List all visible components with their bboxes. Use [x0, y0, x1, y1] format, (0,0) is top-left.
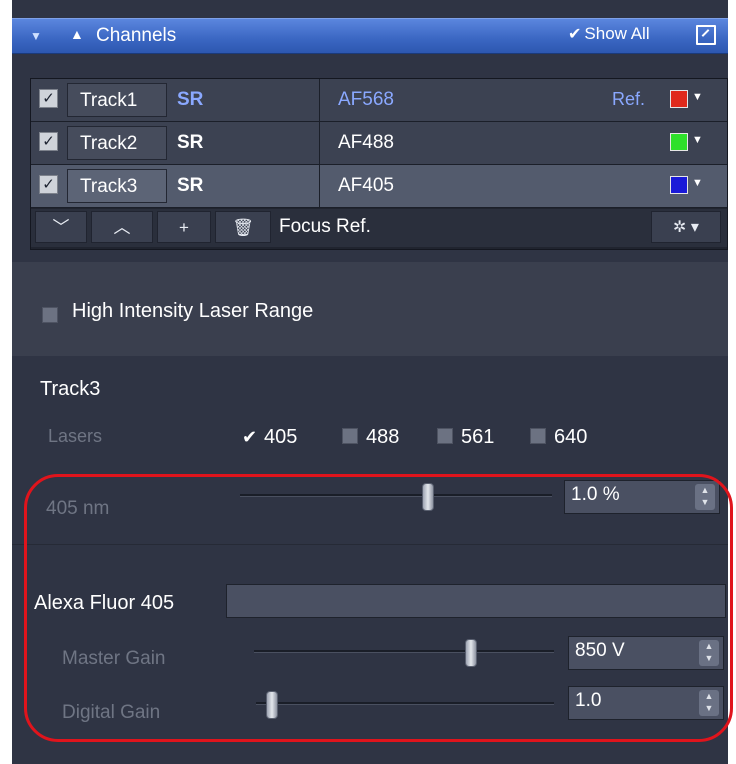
- dye-name: AF488: [338, 132, 394, 153]
- checkbox-icon: [437, 428, 453, 444]
- digital-gain-label: Digital Gain: [62, 702, 161, 723]
- channels-panel: ▼ ▲ Channels ✔ Show All ✓ Track1 SR AF568…: [12, 0, 728, 764]
- dropdown-arrow-icon[interactable]: ▼: [692, 177, 703, 189]
- section-divider: [12, 544, 728, 545]
- high-intensity-label: High Intensity Laser Range: [72, 300, 314, 322]
- master-gain-slider-track[interactable]: [254, 650, 554, 653]
- dye-cell[interactable]: AF488 ▼: [319, 122, 728, 164]
- laser-power-label: 405 nm: [46, 498, 110, 519]
- digital-gain-slider-thumb[interactable]: [265, 691, 278, 719]
- channels-header[interactable]: ▼ ▲ Channels ✔ Show All: [12, 18, 728, 54]
- checkmark-icon: ✔: [568, 26, 582, 43]
- track-name[interactable]: Track2: [67, 126, 167, 160]
- checkbox-icon: [342, 428, 358, 444]
- dropdown-arrow-icon[interactable]: ▼: [692, 134, 703, 146]
- high-intensity-checkbox[interactable]: [42, 307, 58, 323]
- checkbox-icon: [530, 428, 546, 444]
- dropdown-arrow-icon[interactable]: ▼: [692, 91, 703, 103]
- track-row[interactable]: ✓ Track2 SR AF488 ▼: [31, 122, 727, 165]
- laser-power-spinbox[interactable]: 1.0 % ▲ ▼: [564, 480, 720, 514]
- track-toolbar: ﹀ ︿ + 🗑 Focus Ref. ✲ ▾: [31, 209, 727, 247]
- trash-icon[interactable]: 🗑: [215, 211, 271, 243]
- track3-checkbox[interactable]: ✓: [39, 175, 58, 194]
- dye-cell[interactable]: AF568 Ref. ▼: [319, 79, 728, 121]
- lasers-label: Lasers: [48, 426, 103, 446]
- dye-field[interactable]: [226, 584, 726, 618]
- add-track-button[interactable]: +: [157, 211, 211, 243]
- panel-title: Channels: [96, 25, 177, 46]
- gear-icon[interactable]: ✲ ▾: [651, 211, 721, 243]
- checkmark-icon: ✔: [242, 427, 258, 447]
- channel-track-table: ✓ Track1 SR AF568 Ref. ▼ ✓ Track2 SR AF4…: [30, 78, 728, 250]
- track-mode: SR: [177, 132, 204, 153]
- move-up-button[interactable]: ︿: [91, 211, 153, 243]
- move-down-button[interactable]: ﹀: [35, 211, 87, 243]
- show-all-button[interactable]: ✔ Show All: [568, 24, 678, 48]
- track-row[interactable]: ✓ Track1 SR AF568 Ref. ▼: [31, 79, 727, 122]
- laser-power-slider-track[interactable]: [240, 494, 552, 497]
- laser-power-value[interactable]: 1.0 %: [571, 484, 683, 510]
- laser-label: 561: [461, 426, 495, 448]
- laser-label: 405: [264, 426, 298, 448]
- laser-label: 640: [554, 426, 588, 448]
- track2-checkbox[interactable]: ✓: [39, 132, 58, 151]
- spin-arrows-icon[interactable]: ▲ ▼: [699, 690, 719, 716]
- reference-label: Ref.: [612, 89, 646, 109]
- track-mode: SR: [177, 175, 204, 196]
- dye-name: AF568: [338, 89, 394, 110]
- master-gain-value[interactable]: 850 V: [575, 640, 687, 666]
- spin-arrows-icon[interactable]: ▲ ▼: [695, 484, 715, 510]
- master-gain-label: Master Gain: [62, 648, 166, 669]
- dye-cell[interactable]: AF405 ▼: [319, 165, 728, 207]
- color-swatch[interactable]: [670, 133, 688, 151]
- track-settings: Track3 Lasers ✔ 405 488 561 640 405 nm 1.…: [12, 356, 728, 764]
- track-mode: SR: [177, 89, 204, 110]
- master-gain-spinbox[interactable]: 850 V ▲ ▼: [568, 636, 724, 670]
- high-intensity-section: High Intensity Laser Range: [12, 262, 728, 356]
- laser-label: 488: [366, 426, 400, 448]
- master-gain-slider-thumb[interactable]: [465, 639, 477, 667]
- digital-gain-value[interactable]: 1.0: [575, 690, 687, 716]
- collapse-arrow-icon[interactable]: ▼: [30, 29, 42, 43]
- show-all-label: Show All: [584, 24, 650, 43]
- focus-ref-button[interactable]: Focus Ref.: [279, 211, 371, 243]
- popout-icon[interactable]: [696, 25, 716, 45]
- track-row-selected[interactable]: ✓ Track3 SR AF405 ▼: [31, 165, 727, 208]
- track-name[interactable]: Track3: [67, 169, 167, 203]
- laser-640-toggle[interactable]: 640: [530, 426, 587, 449]
- laser-561-toggle[interactable]: 561: [437, 426, 494, 449]
- color-swatch[interactable]: [670, 176, 688, 194]
- laser-488-toggle[interactable]: 488: [342, 426, 399, 449]
- color-swatch[interactable]: [670, 90, 688, 108]
- digital-gain-spinbox[interactable]: 1.0 ▲ ▼: [568, 686, 724, 720]
- section-title: Track3: [40, 378, 101, 400]
- laser-power-slider-thumb[interactable]: [422, 483, 435, 511]
- dye-title: Alexa Fluor 405: [34, 592, 175, 614]
- laser-405-toggle[interactable]: ✔ 405: [242, 426, 297, 449]
- dye-name: AF405: [338, 175, 394, 196]
- spin-arrows-icon[interactable]: ▲ ▼: [699, 640, 719, 666]
- digital-gain-slider-track[interactable]: [256, 702, 554, 705]
- track1-checkbox[interactable]: ✓: [39, 89, 58, 108]
- track-name[interactable]: Track1: [67, 83, 167, 117]
- warning-triangle-icon: ▲: [70, 26, 84, 42]
